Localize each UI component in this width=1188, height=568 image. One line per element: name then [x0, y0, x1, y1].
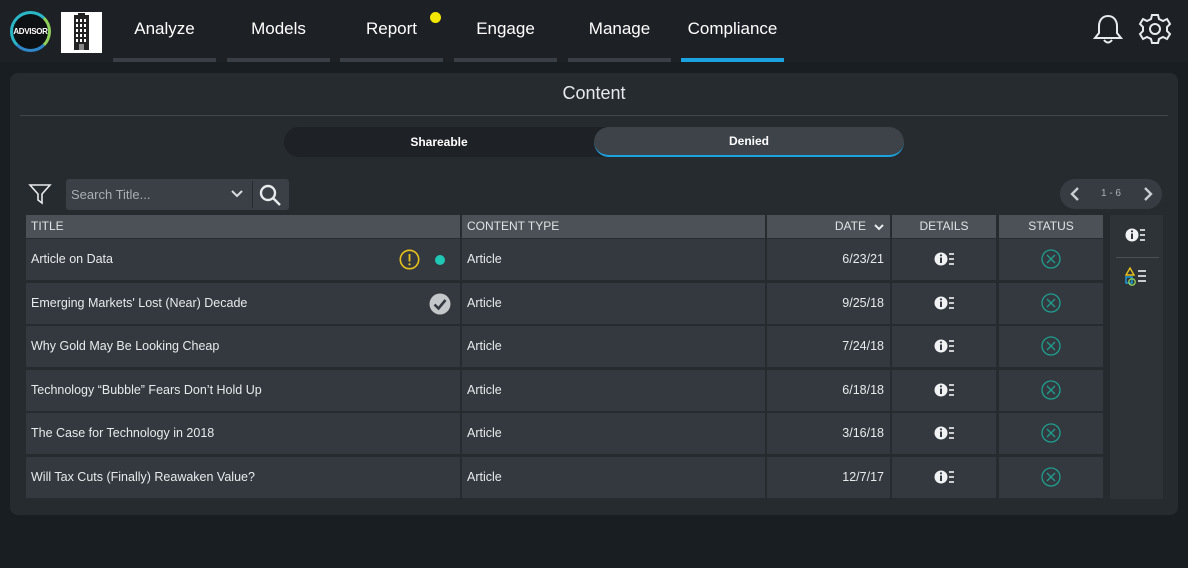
table-row-title[interactable]: Emerging Markets' Lost (Near) Decade — [26, 283, 460, 324]
nav-tab-label: Engage — [476, 19, 535, 38]
shareable-denied-toggle: Shareable Denied — [284, 127, 904, 157]
header-details: DETAILS — [892, 215, 996, 238]
status-dot — [435, 255, 445, 265]
table-row-content-type: Article — [462, 283, 765, 324]
header-title[interactable]: TITLE — [26, 215, 460, 238]
nav-tab-report[interactable]: Report — [340, 0, 443, 62]
denied-status-icon[interactable] — [1041, 423, 1061, 443]
header-date[interactable]: DATE — [767, 215, 890, 238]
column-tools-panel — [1110, 215, 1163, 499]
title-divider — [20, 115, 1168, 116]
nav-tab-analyze[interactable]: Analyze — [113, 0, 216, 62]
logo-text: ADVISOR — [13, 27, 48, 36]
content-panel: Content Shareable Denied 1 - 6 TITLE CON… — [10, 73, 1178, 515]
table-row-content-type: Article — [462, 326, 765, 367]
nav-tab-label: Compliance — [687, 19, 778, 38]
denied-status-icon[interactable] — [1041, 467, 1061, 487]
gear-icon[interactable] — [1138, 12, 1172, 46]
nav-tab-compliance[interactable]: Compliance — [681, 0, 784, 62]
firm-building-logo — [61, 12, 102, 53]
nav-tab-underline — [340, 58, 443, 62]
search-separator — [252, 181, 253, 208]
nav-tab-models[interactable]: Models — [227, 0, 330, 62]
chevron-left-icon[interactable] — [1067, 186, 1083, 202]
nav-tab-underline — [568, 58, 671, 62]
shapes-legend-icon[interactable] — [1124, 266, 1147, 287]
table-row-title[interactable]: Will Tax Cuts (Finally) Reawaken Value? — [26, 457, 460, 498]
table-row-date: 6/18/18 — [767, 370, 890, 411]
nav-tab-underline-active — [681, 58, 784, 62]
table-row-date: 9/25/18 — [767, 283, 890, 324]
warning-icon — [399, 249, 420, 270]
table-row-date: 3/16/18 — [767, 413, 890, 454]
filter-icon[interactable] — [28, 183, 52, 205]
pager-range: 1 - 6 — [1100, 188, 1121, 199]
nav-tab-label: Manage — [588, 19, 651, 38]
denied-status-icon[interactable] — [1041, 293, 1061, 313]
table-row-content-type: Article — [462, 370, 765, 411]
details-info-icon[interactable] — [934, 469, 956, 485]
search-icon[interactable] — [258, 183, 282, 207]
column-info-icon[interactable] — [1125, 227, 1147, 243]
nav-tab-label: Analyze — [134, 19, 195, 38]
table-row-title[interactable]: Why Gold May Be Looking Cheap — [26, 326, 460, 367]
table-row-content-type: Article — [462, 413, 765, 454]
details-info-icon[interactable] — [934, 338, 956, 354]
page-title: Content — [562, 83, 626, 103]
details-info-icon[interactable] — [934, 251, 956, 267]
approved-check-icon — [429, 293, 451, 315]
bell-icon[interactable] — [1091, 12, 1125, 46]
details-info-icon[interactable] — [934, 295, 956, 311]
advisor-logo[interactable]: ADVISOR — [10, 11, 51, 52]
side-panel-divider — [1116, 257, 1159, 258]
pager: 1 - 6 — [1060, 179, 1162, 209]
table-row-title[interactable]: Article on Data — [26, 239, 460, 280]
table-row-content-type: Article — [462, 239, 765, 280]
nav-tab-label: Report — [365, 19, 418, 38]
report-notification-dot — [430, 12, 441, 23]
nav-tab-underline — [227, 58, 330, 62]
header-status: STATUS — [999, 215, 1103, 238]
nav-tab-label: Models — [251, 19, 306, 38]
header-content-type[interactable]: CONTENT TYPE — [462, 215, 765, 238]
nav-tab-underline — [113, 58, 216, 62]
table-row-title[interactable]: The Case for Technology in 2018 — [26, 413, 460, 454]
nav-tab-engage[interactable]: Engage — [454, 0, 557, 62]
table-row-date: 6/23/21 — [767, 239, 890, 280]
chevron-right-icon[interactable] — [1140, 186, 1156, 202]
nav-tab-underline — [454, 58, 557, 62]
segment-shareable[interactable]: Shareable — [284, 127, 594, 157]
segment-denied[interactable]: Denied — [594, 127, 904, 157]
details-info-icon[interactable] — [934, 382, 956, 398]
sort-chevron-down-icon[interactable] — [873, 220, 885, 232]
denied-status-icon[interactable] — [1041, 380, 1061, 400]
table-row-title[interactable]: Technology “Bubble” Fears Don’t Hold Up — [26, 370, 460, 411]
nav-tab-manage[interactable]: Manage — [568, 0, 671, 62]
denied-status-icon[interactable] — [1041, 336, 1061, 356]
top-nav: ADVISOR Analyze Models Report Engage Man… — [0, 0, 1188, 62]
table-row-date: 7/24/18 — [767, 326, 890, 367]
table-row-date: 12/7/17 — [767, 457, 890, 498]
search-input[interactable] — [66, 179, 251, 210]
denied-status-icon[interactable] — [1041, 249, 1061, 269]
details-info-icon[interactable] — [934, 425, 956, 441]
search-box — [66, 179, 289, 210]
table-row-content-type: Article — [462, 457, 765, 498]
chevron-down-icon[interactable] — [230, 187, 244, 201]
